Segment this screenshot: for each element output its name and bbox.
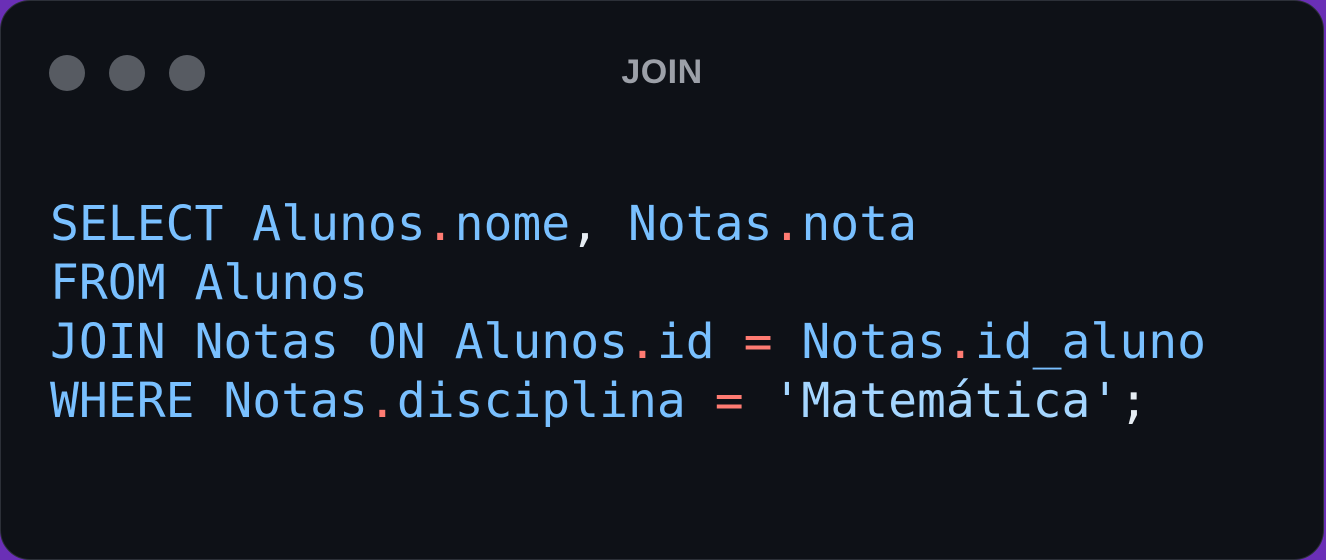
code-token-operator: . [945,314,975,370]
code-block: SELECT Alunos.nome, Notas.nota FROM Aluno… [50,195,1206,431]
code-token-operator: . [628,314,657,370]
window-title: JOIN [621,53,703,91]
code-token-operator: = [714,373,744,429]
code-token-operator: . [772,196,802,252]
code-line: FROM Alunos [50,254,1206,313]
code-token-keyword: SELECT [50,196,224,252]
code-token-punct: ; [1119,373,1149,429]
code-window: JOIN SELECT Alunos.nome, Notas.nota FROM … [0,0,1324,560]
code-token-identifier: Alunos [454,314,628,370]
code-token-string: 'Matemática' [772,373,1120,429]
code-token-keyword: JOIN [50,314,166,370]
code-token-keyword: WHERE [50,373,195,429]
code-token-identifier: id_aluno [974,314,1207,370]
code-token-identifier: Notas [627,196,773,252]
code-token-identifier: id [656,314,715,370]
code-line: WHERE Notas.disciplina = 'Matemática'; [50,372,1206,431]
code-token-keyword: ON [367,314,426,370]
code-token-keyword: FROM [50,255,166,311]
code-token-identifier: Notas [223,373,368,429]
window-titlebar: JOIN [1,1,1323,151]
code-token-operator: = [743,314,773,370]
code-token-operator: . [425,196,455,252]
code-token-identifier: Alunos [252,196,426,252]
code-token-punct: , [570,196,628,252]
code-token-identifier: disciplina [396,373,686,429]
code-line: SELECT Alunos.nome, Notas.nota [50,195,1206,254]
code-token-identifier: nome [454,196,571,252]
code-token-operator: . [367,373,397,429]
code-token-identifier: Notas [801,314,946,370]
code-token-identifier: nota [801,196,917,252]
code-token-identifier: Alunos [194,255,368,311]
code-token-identifier: Notas [194,314,340,370]
code-line: JOIN Notas ON Alunos.id = Notas.id_aluno [50,313,1206,372]
